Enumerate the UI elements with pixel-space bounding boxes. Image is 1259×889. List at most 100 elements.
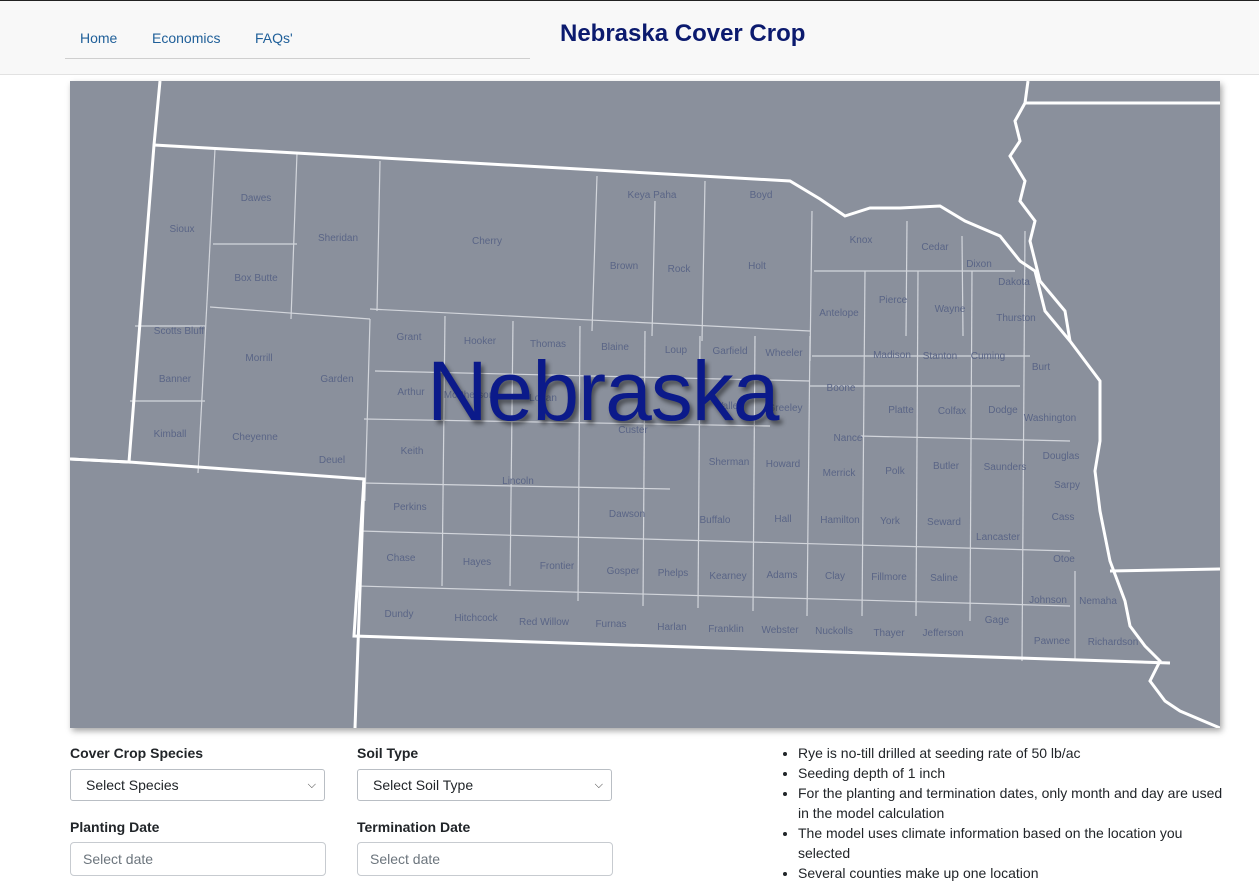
termination-date-input[interactable]: Select date [357,842,613,876]
county-label[interactable]: Chase [387,553,416,564]
county-label[interactable]: Antelope [819,308,859,319]
county-label[interactable]: Perkins [393,502,426,513]
county-label[interactable]: Grant [396,332,421,343]
county-label[interactable]: Seward [927,517,961,528]
county-label[interactable]: Harlan [657,622,686,633]
county-label[interactable]: Madison [873,350,911,361]
nav-faqs-link[interactable]: FAQs' [255,30,293,46]
county-label[interactable]: Washington [1024,413,1076,424]
county-label[interactable]: Cherry [472,236,502,247]
species-label: Cover Crop Species [70,745,204,761]
county-label[interactable]: Brown [610,261,638,272]
county-label[interactable]: Boone [827,383,856,394]
county-label[interactable]: Cuming [971,351,1005,362]
county-label[interactable]: Frontier [540,561,575,572]
county-label[interactable]: Morrill [245,353,272,364]
county-label[interactable]: Knox [850,235,873,246]
county-label[interactable]: Adams [766,570,797,581]
planting-date-placeholder: Select date [83,851,154,867]
county-label[interactable]: Furnas [595,619,626,630]
county-label[interactable]: Douglas [1043,451,1080,462]
county-label[interactable]: Deuel [319,455,345,466]
county-label[interactable]: Nuckolls [815,626,853,637]
nav-economics-link[interactable]: Economics [152,30,220,46]
county-label[interactable]: Holt [748,261,766,272]
nebraska-county-map[interactable]: Sioux Dawes Sheridan Cherry Keya Paha Boyd Box… [70,81,1220,728]
county-label[interactable]: Pawnee [1034,636,1071,647]
county-label[interactable]: Red Willow [519,617,570,628]
planting-date-input[interactable]: Select date [70,842,326,876]
county-label[interactable]: Sarpy [1054,480,1080,491]
county-label[interactable]: Scotts Bluff [154,326,205,337]
termination-date-placeholder: Select date [370,851,441,867]
county-label[interactable]: Cheyenne [232,432,278,443]
county-label[interactable]: Dixon [966,259,992,270]
county-label[interactable]: Dodge [988,405,1018,416]
county-label[interactable]: Cedar [921,242,949,253]
county-label[interactable]: Otoe [1053,554,1075,565]
county-label[interactable]: Gosper [607,566,640,577]
county-label[interactable]: Saunders [984,462,1027,473]
county-label[interactable]: Wayne [935,304,966,315]
county-label[interactable]: York [880,516,901,527]
county-label[interactable]: Colfax [938,406,966,417]
county-label[interactable]: Dawes [241,193,272,204]
county-label[interactable]: Howard [766,459,800,470]
county-label[interactable]: Box Butte [234,273,278,284]
county-label[interactable]: Butler [933,461,960,472]
county-label[interactable]: Buffalo [700,515,731,526]
county-label[interactable]: Fillmore [871,572,907,583]
county-label[interactable]: Dakota [998,277,1030,288]
county-label[interactable]: Cass [1052,512,1075,523]
county-label[interactable]: Hamilton [820,515,859,526]
county-label[interactable]: Phelps [658,568,689,579]
soil-type-label: Soil Type [357,745,419,761]
planting-date-label: Planting Date [70,819,160,835]
county-label[interactable]: Platte [888,405,914,416]
county-label[interactable]: Nemaha [1079,596,1117,607]
county-label[interactable]: Pierce [879,295,908,306]
county-label[interactable]: Sioux [169,224,194,235]
county-label[interactable]: Jefferson [923,628,964,639]
county-label[interactable]: Hitchcock [454,613,498,624]
list-item: Several counties make up one location [798,863,1228,883]
county-label[interactable]: Kearney [709,571,746,582]
county-label[interactable]: Keith [401,446,424,457]
county-label[interactable]: Burt [1032,362,1051,373]
county-label[interactable]: Garden [320,374,353,385]
county-label[interactable]: Hayes [463,557,491,568]
list-item: For the planting and termination dates, … [798,783,1228,823]
county-label[interactable]: Lancaster [976,532,1021,543]
county-label[interactable]: Sheridan [318,233,358,244]
county-label[interactable]: Dundy [385,609,414,620]
county-label[interactable]: Nance [834,433,863,444]
county-label[interactable]: Saline [930,573,958,584]
county-label[interactable]: Sherman [709,457,750,468]
county-label[interactable]: Kimball [154,429,187,440]
county-label[interactable]: Franklin [708,624,744,635]
county-label[interactable]: Rock [668,264,692,275]
county-label[interactable]: Clay [825,571,845,582]
species-select[interactable]: Select Species ⌵ [70,769,325,801]
soil-type-select-value: Select Soil Type [373,777,474,793]
county-label[interactable]: Polk [885,466,905,477]
species-select-value: Select Species [86,777,179,793]
county-label[interactable]: Johnson [1029,595,1067,606]
county-label[interactable]: Keya Paha [628,190,677,201]
county-label[interactable]: Arthur [397,387,425,398]
county-label[interactable]: Richardson [1088,637,1139,648]
soil-type-select[interactable]: Select Soil Type ⌵ [357,769,612,801]
county-label[interactable]: Dawson [609,509,645,520]
county-label[interactable]: Gage [985,615,1010,626]
county-label[interactable]: Boyd [750,190,773,201]
county-label[interactable]: Thurston [996,313,1035,324]
county-label[interactable]: Webster [761,625,799,636]
county-label[interactable]: Stanton [923,351,957,362]
nav-home-link[interactable]: Home [80,30,117,46]
county-label[interactable]: Lincoln [502,476,534,487]
county-label[interactable]: Hall [774,514,791,525]
county-label[interactable]: Merrick [823,468,857,479]
navbar: Home Economics FAQs' Nebraska Cover Crop [0,1,1259,75]
county-label[interactable]: Banner [159,374,192,385]
county-label[interactable]: Thayer [873,628,905,639]
